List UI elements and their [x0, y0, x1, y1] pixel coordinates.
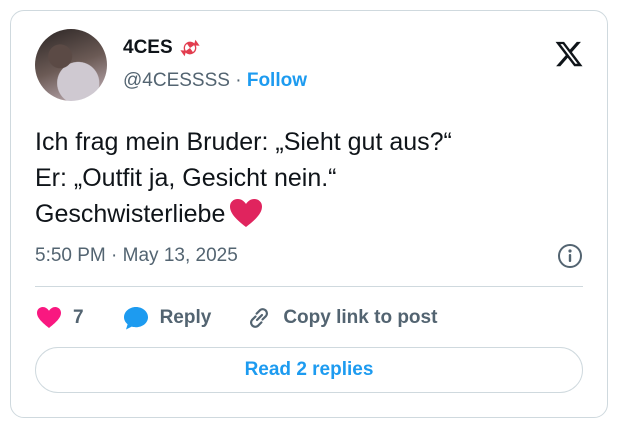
- copy-link-label: Copy link to post: [283, 307, 438, 328]
- tweet-line-3-text: Geschwisterliebe: [35, 200, 226, 228]
- read-replies-button[interactable]: Read 2 replies: [35, 347, 583, 393]
- like-count: 7: [73, 307, 84, 328]
- handle-row: @4CESSSS · Follow: [123, 70, 307, 92]
- timestamp[interactable]: 5:50 PM · May 13, 2025: [35, 245, 238, 267]
- candy-icon: [180, 39, 200, 57]
- tweet-text: Ich frag mein Bruder: „Sieht gut aus?“ E…: [35, 124, 575, 232]
- tweet-card: 4CES @4CESSSS · Follow Ich frag mein Bru…: [10, 10, 608, 418]
- action-bar: 7 Reply Copy link to post: [35, 303, 437, 333]
- tweet-line-1: Ich frag mein Bruder: „Sieht gut aus?“: [35, 128, 452, 156]
- reply-button[interactable]: Reply: [122, 304, 212, 332]
- heart-icon: [37, 307, 61, 328]
- copy-link-button[interactable]: Copy link to post: [245, 304, 437, 332]
- link-icon: [250, 308, 269, 328]
- like-button[interactable]: 7: [35, 304, 84, 332]
- tweet-line-3: Geschwisterliebe: [35, 196, 575, 232]
- separator-dot: ·: [235, 70, 242, 91]
- author-name[interactable]: 4CES: [123, 37, 173, 59]
- author-handle[interactable]: @4CESSSS: [123, 70, 230, 91]
- avatar[interactable]: [35, 29, 107, 101]
- speech-bubble-icon: [123, 307, 148, 330]
- red-heart-emoji-icon: [230, 199, 263, 227]
- tweet-line-2: Er: „Outfit ja, Gesicht nein.“: [35, 164, 337, 192]
- divider: [35, 286, 583, 287]
- info-icon[interactable]: [557, 243, 583, 269]
- author-name-row: 4CES: [123, 37, 201, 59]
- reply-label: Reply: [159, 307, 212, 328]
- follow-button[interactable]: Follow: [247, 70, 307, 91]
- x-logo-icon[interactable]: [553, 39, 585, 69]
